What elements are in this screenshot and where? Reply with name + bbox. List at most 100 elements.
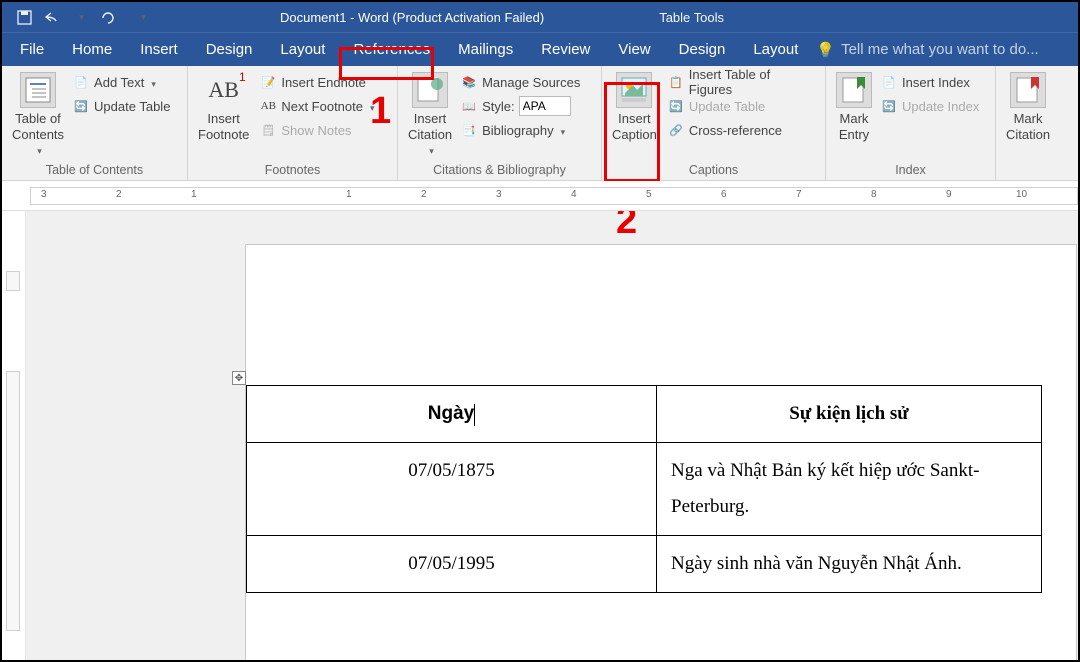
ruler-tick: 9 — [946, 189, 952, 200]
table-cell[interactable]: Ngày sinh nhà văn Nguyễn Nhật Ánh. — [657, 536, 1042, 593]
tab-references[interactable]: References — [339, 33, 444, 67]
ribbon: Table of Contents 📄Add Text 🔄Update Tabl… — [2, 66, 1078, 181]
chevron-down-icon — [426, 142, 434, 158]
table-cell[interactable]: 07/05/1995 — [247, 536, 657, 593]
tab-insert[interactable]: Insert — [126, 33, 192, 67]
update-table-button[interactable]: 🔄Update Table — [70, 94, 172, 118]
endnote-icon: 📝 — [259, 73, 277, 91]
undo-icon[interactable] — [44, 9, 60, 25]
style-selector[interactable]: 📖Style: — [458, 94, 582, 118]
save-icon[interactable] — [16, 9, 32, 25]
show-notes-label: Show Notes — [281, 123, 351, 138]
manage-sources-label: Manage Sources — [482, 75, 580, 90]
mark-citation-icon — [1010, 72, 1046, 108]
table-cell[interactable]: 07/05/1875 — [247, 443, 657, 536]
vertical-ruler[interactable] — [2, 211, 26, 660]
ruler-tick: 3 — [41, 189, 47, 200]
tab-layout[interactable]: Layout — [266, 33, 339, 67]
tof-icon: 📋 — [667, 73, 685, 91]
group-label-citations: Citations & Bibliography — [404, 161, 595, 180]
workspace: ✥ Ngày Sự kiện lịch sử 07/05/1875 Nga và… — [2, 211, 1078, 660]
insert-citation-label: Insert Citation — [408, 111, 452, 142]
next-footnote-button[interactable]: A⁠B Next Footnote — [257, 94, 376, 118]
insert-endnote-button[interactable]: 📝Insert Endnote — [257, 70, 376, 94]
bibliography-icon: 📑 — [460, 121, 478, 139]
tab-mailings[interactable]: Mailings — [444, 33, 527, 67]
manage-sources-button[interactable]: 📚 Manage Sources — [458, 70, 582, 94]
cross-reference-button[interactable]: 🔗Cross-reference — [665, 118, 819, 142]
manage-sources-icon: 📚 — [460, 73, 478, 91]
bibliography-label: Bibliography — [482, 123, 554, 138]
header-ngay: Ngày — [428, 403, 474, 424]
ruler-tick: 3 — [496, 189, 502, 200]
undo-dropdown[interactable] — [72, 9, 88, 25]
style-dropdown[interactable] — [519, 96, 571, 116]
window-title: Document1 - Word (Product Activation Fai… — [280, 10, 544, 25]
ruler-tick: 10 — [1016, 189, 1027, 200]
toc-label: Table of Contents — [12, 111, 64, 142]
insert-caption-label: Insert Caption — [612, 111, 657, 142]
update-icon: 🔄 — [880, 97, 898, 115]
group-label-captions: Captions — [608, 161, 819, 180]
group-citations: Insert Citation 📚Manage Sources 📖Style: … — [398, 66, 602, 180]
ruler-area: 3 2 1 1 2 3 4 5 6 7 8 9 10 11 — [2, 181, 1078, 211]
insert-footnote-button[interactable]: AB1 Insert Footnote — [194, 70, 253, 144]
ribbon-tabs: File Home Insert Design Layout Reference… — [2, 32, 1078, 66]
update-table-label: Update Table — [94, 99, 170, 114]
table-row: 07/05/1995 Ngày sinh nhà văn Nguyễn Nhật… — [247, 536, 1042, 593]
insert-tof-button[interactable]: 📋Insert Table of Figures — [665, 70, 819, 94]
update-icon: 🔄 — [667, 97, 685, 115]
redo-icon[interactable] — [100, 9, 116, 25]
add-text-button[interactable]: 📄Add Text — [70, 70, 172, 94]
title-bar: Document1 - Word (Product Activation Fai… — [2, 2, 1078, 32]
group-index: Mark Entry 📄Insert Index 🔄Update Index I… — [826, 66, 996, 180]
tab-view[interactable]: View — [604, 33, 664, 67]
ruler-tick: 8 — [871, 189, 877, 200]
caption-icon — [616, 72, 652, 108]
next-footnote-label: Next Footnote — [281, 99, 363, 114]
header-cell[interactable]: Sự kiện lịch sử — [657, 386, 1042, 443]
mark-entry-icon — [836, 72, 872, 108]
document-area[interactable]: ✥ Ngày Sự kiện lịch sử 07/05/1875 Nga và… — [26, 211, 1078, 660]
style-label: Style: — [482, 99, 515, 114]
bibliography-button[interactable]: 📑 Bibliography — [458, 118, 582, 142]
tab-home[interactable]: Home — [58, 33, 126, 67]
table-move-handle[interactable]: ✥ — [232, 371, 246, 385]
header-cell[interactable]: Ngày — [247, 386, 657, 443]
quick-access-toolbar — [2, 9, 150, 25]
table-row: 07/05/1875 Nga và Nhật Bản ký kết hiệp ư… — [247, 443, 1042, 536]
chevron-down-icon — [558, 123, 566, 138]
update-tof-button[interactable]: 🔄Update Table — [665, 94, 819, 118]
document-table[interactable]: Ngày Sự kiện lịch sử 07/05/1875 Nga và N… — [246, 385, 1042, 593]
tab-file[interactable]: File — [2, 33, 58, 67]
mark-citation-button[interactable]: Mark Citation — [1002, 70, 1054, 144]
annotation-1: 1 — [370, 90, 391, 133]
tab-review[interactable]: Review — [527, 33, 604, 67]
mark-entry-button[interactable]: Mark Entry — [832, 70, 876, 144]
horizontal-ruler[interactable]: 3 2 1 1 2 3 4 5 6 7 8 9 10 11 — [30, 187, 1078, 205]
tell-me[interactable]: 💡 Tell me what you want to do... — [816, 41, 1038, 59]
citation-icon — [412, 72, 448, 108]
tell-me-text: Tell me what you want to do... — [841, 41, 1039, 58]
insert-index-button[interactable]: 📄Insert Index — [878, 70, 981, 94]
ruler-tick: 2 — [116, 189, 122, 200]
page: ✥ Ngày Sự kiện lịch sử 07/05/1875 Nga và… — [246, 245, 1076, 660]
group-toc: Table of Contents 📄Add Text 🔄Update Tabl… — [2, 66, 188, 180]
insert-index-label: Insert Index — [902, 75, 970, 90]
ruler-tick: 1 — [191, 189, 197, 200]
table-cell[interactable]: Nga và Nhật Bản ký kết hiệp ước Sankt-Pe… — [657, 443, 1042, 536]
update-index-button[interactable]: 🔄Update Index — [878, 94, 981, 118]
insert-caption-button[interactable]: Insert Caption — [608, 70, 661, 144]
text-cursor — [474, 404, 475, 426]
ruler-tick: 2 — [421, 189, 427, 200]
table-of-contents-button[interactable]: Table of Contents — [8, 70, 68, 160]
insert-citation-button[interactable]: Insert Citation — [404, 70, 456, 160]
mark-citation-label: Mark Citation — [1006, 111, 1050, 142]
show-notes-button[interactable]: 🗒Show Notes — [257, 118, 376, 142]
tab-design[interactable]: Design — [192, 33, 267, 67]
qat-customize[interactable] — [134, 9, 150, 25]
tab-table-layout[interactable]: Layout — [739, 33, 812, 67]
next-footnote-icon: A⁠B — [259, 97, 277, 115]
chevron-down-icon — [34, 142, 42, 158]
tab-table-design[interactable]: Design — [665, 33, 740, 67]
